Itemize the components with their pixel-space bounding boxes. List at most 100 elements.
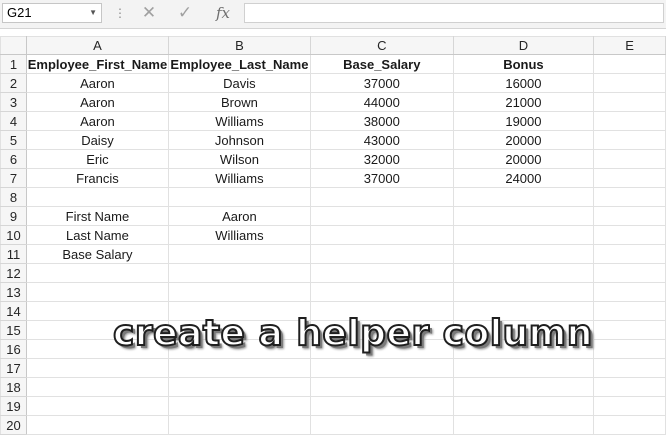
cell-a15[interactable]: [25, 320, 169, 340]
cell-a9[interactable]: First Name: [25, 206, 169, 226]
row-header[interactable]: 17: [0, 358, 27, 378]
cell-c6[interactable]: 32000: [309, 149, 454, 169]
row-header[interactable]: 14: [0, 301, 27, 321]
cell-e5[interactable]: [593, 130, 666, 150]
cell-a2[interactable]: Aaron: [25, 73, 169, 93]
cell-a5[interactable]: Daisy: [25, 130, 169, 150]
column-header-a[interactable]: A: [25, 36, 169, 55]
cell-b8[interactable]: [167, 187, 311, 207]
cell-b5[interactable]: Johnson: [167, 130, 311, 150]
row-header[interactable]: 1: [0, 54, 27, 74]
cell-a8[interactable]: [25, 187, 169, 207]
row-header[interactable]: 15: [0, 320, 27, 340]
cell-c11[interactable]: [309, 244, 454, 264]
cell-c19[interactable]: [309, 396, 454, 416]
cell-e13[interactable]: [593, 282, 666, 302]
cell-d19[interactable]: [452, 396, 595, 416]
cell-b19[interactable]: [167, 396, 311, 416]
cell-a6[interactable]: Eric: [25, 149, 169, 169]
row-header[interactable]: 19: [0, 396, 27, 416]
cell-c5[interactable]: 43000: [309, 130, 454, 150]
name-box[interactable]: G21 ▼: [2, 3, 102, 23]
row-header[interactable]: 2: [0, 73, 27, 93]
cell-d17[interactable]: [452, 358, 595, 378]
select-all-corner[interactable]: [0, 36, 27, 55]
cell-c20[interactable]: [309, 415, 454, 435]
cell-a16[interactable]: [25, 339, 169, 359]
cell-d10[interactable]: [452, 225, 595, 245]
cell-a12[interactable]: [25, 263, 169, 283]
cell-a1[interactable]: Employee_First_Name: [25, 54, 169, 74]
row-header[interactable]: 6: [0, 149, 27, 169]
cell-b12[interactable]: [167, 263, 311, 283]
cell-d6[interactable]: 20000: [452, 149, 595, 169]
cell-e15[interactable]: [593, 320, 666, 340]
cell-e12[interactable]: [593, 263, 666, 283]
cell-b10[interactable]: Williams: [167, 225, 311, 245]
cell-e2[interactable]: [593, 73, 666, 93]
cell-d5[interactable]: 20000: [452, 130, 595, 150]
row-header[interactable]: 9: [0, 206, 27, 226]
cell-b2[interactable]: Davis: [167, 73, 311, 93]
cell-c17[interactable]: [309, 358, 454, 378]
cell-b15[interactable]: [167, 320, 311, 340]
cell-e17[interactable]: [593, 358, 666, 378]
cell-d9[interactable]: [452, 206, 595, 226]
cell-b13[interactable]: [167, 282, 311, 302]
cell-a7[interactable]: Francis: [25, 168, 169, 188]
cell-d15[interactable]: [452, 320, 595, 340]
cell-c14[interactable]: [309, 301, 454, 321]
cell-b11[interactable]: [167, 244, 311, 264]
cell-d2[interactable]: 16000: [452, 73, 595, 93]
cell-a17[interactable]: [25, 358, 169, 378]
column-header-d[interactable]: D: [452, 36, 595, 55]
cell-d14[interactable]: [452, 301, 595, 321]
cell-a20[interactable]: [25, 415, 169, 435]
cell-c16[interactable]: [309, 339, 454, 359]
cell-d8[interactable]: [452, 187, 595, 207]
cell-b20[interactable]: [167, 415, 311, 435]
cell-b6[interactable]: Wilson: [167, 149, 311, 169]
cell-e20[interactable]: [593, 415, 666, 435]
cell-a18[interactable]: [25, 377, 169, 397]
row-header[interactable]: 10: [0, 225, 27, 245]
cell-c12[interactable]: [309, 263, 454, 283]
cell-e9[interactable]: [593, 206, 666, 226]
row-header[interactable]: 11: [0, 244, 27, 264]
cell-d1[interactable]: Bonus: [452, 54, 595, 74]
cell-c15[interactable]: [309, 320, 454, 340]
row-header[interactable]: 18: [0, 377, 27, 397]
row-header[interactable]: 12: [0, 263, 27, 283]
column-header-b[interactable]: B: [167, 36, 311, 55]
cell-b1[interactable]: Employee_Last_Name: [167, 54, 311, 74]
row-header[interactable]: 7: [0, 168, 27, 188]
cell-d20[interactable]: [452, 415, 595, 435]
cell-a11[interactable]: Base Salary: [25, 244, 169, 264]
cell-a19[interactable]: [25, 396, 169, 416]
cell-a3[interactable]: Aaron: [25, 92, 169, 112]
cell-c18[interactable]: [309, 377, 454, 397]
cell-b3[interactable]: Brown: [167, 92, 311, 112]
cell-e8[interactable]: [593, 187, 666, 207]
cell-d11[interactable]: [452, 244, 595, 264]
cell-d4[interactable]: 19000: [452, 111, 595, 131]
cell-c7[interactable]: 37000: [309, 168, 454, 188]
cell-c3[interactable]: 44000: [309, 92, 454, 112]
drag-handle-icon[interactable]: ⋮: [114, 4, 126, 22]
cell-e14[interactable]: [593, 301, 666, 321]
cell-b7[interactable]: Williams: [167, 168, 311, 188]
cell-b16[interactable]: [167, 339, 311, 359]
row-header[interactable]: 5: [0, 130, 27, 150]
cell-c13[interactable]: [309, 282, 454, 302]
cell-c9[interactable]: [309, 206, 454, 226]
row-header[interactable]: 16: [0, 339, 27, 359]
fx-icon[interactable]: fx: [208, 3, 238, 23]
cell-e6[interactable]: [593, 149, 666, 169]
cell-c4[interactable]: 38000: [309, 111, 454, 131]
cell-d7[interactable]: 24000: [452, 168, 595, 188]
formula-input[interactable]: [244, 3, 664, 23]
column-header-e[interactable]: E: [593, 36, 666, 55]
cell-c2[interactable]: 37000: [309, 73, 454, 93]
cell-e7[interactable]: [593, 168, 666, 188]
cell-d16[interactable]: [452, 339, 595, 359]
